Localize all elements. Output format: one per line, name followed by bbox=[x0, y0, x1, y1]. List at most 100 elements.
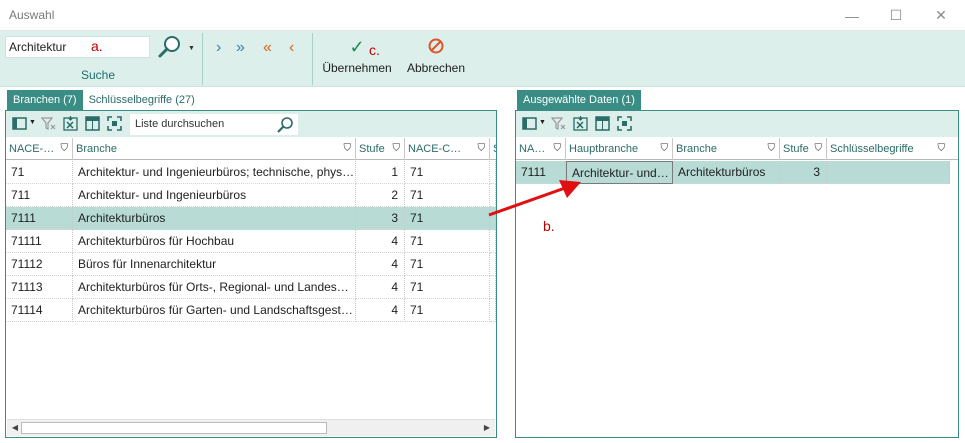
right-grid-header: NA… ⛉ Hauptbranche ⛉ Branche ⛉ Stufe ⛉ Schlü… bbox=[516, 138, 958, 160]
col-header-branche[interactable]: Branche ⛉ bbox=[73, 138, 356, 160]
table-row[interactable]: 71114 Architekturbüros für Garten- und La… bbox=[6, 299, 496, 322]
annotation-b: b. bbox=[543, 218, 555, 234]
cell-stufe: 4 bbox=[356, 253, 405, 276]
cell-stufe: 2 bbox=[356, 184, 405, 207]
table-row[interactable]: 71 Architektur- und Ingenieurbüros; techn… bbox=[6, 161, 496, 184]
annotation-c: c. bbox=[369, 42, 380, 58]
branchen-panel: ▼ Liste durchsuchen NACE-… ⛉ Branche ⛉ Stu… bbox=[5, 110, 497, 438]
cell-s bbox=[490, 253, 496, 276]
col-header-nace[interactable]: NACE-… ⛉ bbox=[6, 138, 73, 160]
cell-nacec: 71 bbox=[405, 276, 490, 299]
filter-icon[interactable]: ⛉ bbox=[393, 138, 401, 160]
cell-branche: Architekturbüros bbox=[673, 161, 780, 184]
cell-stufe: 4 bbox=[356, 276, 405, 299]
selected-data-panel: ▼ NA… ⛉ Hauptbranche ⛉ Branche ⛉ Stufe ⛉ Sch… bbox=[515, 110, 959, 438]
filter-icon[interactable]: ⛉ bbox=[478, 138, 486, 160]
list-search-icon[interactable] bbox=[276, 116, 294, 133]
clear-filter-icon[interactable] bbox=[551, 116, 566, 131]
fullscreen-icon[interactable] bbox=[617, 116, 632, 131]
cell-stufe: 3 bbox=[356, 207, 405, 230]
cell-branche: Büros für Innenarchitektur bbox=[73, 253, 356, 276]
cell-stufe: 3 bbox=[780, 161, 827, 184]
filter-icon[interactable]: ⛉ bbox=[768, 138, 776, 160]
list-search-field[interactable]: Liste durchsuchen bbox=[130, 114, 298, 135]
checkmark-icon: ✓ bbox=[349, 37, 365, 57]
search-input[interactable] bbox=[6, 37, 86, 57]
col-schluesselbegriffe-label: Schlüsselbegriffe bbox=[830, 143, 914, 155]
table-layout-icon[interactable] bbox=[85, 116, 100, 131]
tab-branchen[interactable]: Branchen (7) bbox=[7, 90, 83, 110]
add-all-button[interactable]: » bbox=[236, 40, 245, 56]
col-header-hauptbranche[interactable]: Hauptbranche ⛉ bbox=[566, 138, 673, 160]
search-group-label: Suche bbox=[81, 68, 116, 82]
scroll-right-icon[interactable]: ▶ bbox=[480, 421, 494, 435]
cell-branche: Architekturbüros für Orts-, Regional- un… bbox=[73, 276, 356, 299]
table-row[interactable]: 71112 Büros für Innenarchitektur 4 71 bbox=[6, 253, 496, 276]
add-one-button[interactable]: › bbox=[216, 40, 221, 56]
scroll-left-icon[interactable]: ◀ bbox=[8, 421, 22, 435]
minimize-button[interactable]: — bbox=[829, 0, 875, 31]
remove-all-button[interactable]: « bbox=[263, 40, 272, 56]
cell-nace: 711 bbox=[6, 184, 73, 207]
export-excel-icon[interactable] bbox=[63, 116, 78, 131]
filter-icon[interactable]: ⛉ bbox=[344, 138, 352, 160]
table-layout-icon[interactable] bbox=[595, 116, 610, 131]
scrollbar-thumb[interactable] bbox=[21, 422, 327, 434]
search-field[interactable] bbox=[5, 36, 150, 58]
cell-nacec: 71 bbox=[405, 253, 490, 276]
column-chooser-dropdown-icon[interactable]: ▼ bbox=[29, 119, 36, 126]
col-header-nace[interactable]: NA… ⛉ bbox=[516, 138, 566, 160]
horizontal-scrollbar[interactable]: ◀ ▶ bbox=[7, 419, 495, 436]
fullscreen-icon[interactable] bbox=[107, 116, 122, 131]
annotation-arrow bbox=[488, 180, 581, 217]
cell-s bbox=[490, 299, 496, 322]
col-header-stufe[interactable]: Stufe ⛉ bbox=[780, 138, 827, 160]
tab-ausgewaehlte-daten[interactable]: Ausgewählte Daten (1) bbox=[517, 90, 641, 110]
cell-nacec: 71 bbox=[405, 184, 490, 207]
remove-one-button[interactable]: ‹ bbox=[289, 40, 294, 56]
filter-icon[interactable]: ⛉ bbox=[815, 138, 823, 160]
col-nace-label: NACE-… bbox=[9, 143, 55, 155]
table-row[interactable]: 711 Architektur- und Ingenieurbüros 2 71 bbox=[6, 184, 496, 207]
ribbon-separator bbox=[312, 33, 313, 85]
column-chooser-icon[interactable] bbox=[522, 116, 537, 131]
cell-schluesselbegriffe bbox=[827, 161, 950, 184]
cancel-button[interactable]: Abbrechen bbox=[403, 37, 469, 75]
col-nace-label: NA… bbox=[519, 143, 546, 155]
list-search-placeholder: Liste durchsuchen bbox=[135, 118, 225, 130]
search-dropdown-icon[interactable]: ▼ bbox=[188, 45, 195, 52]
column-chooser-icon[interactable] bbox=[12, 116, 27, 131]
col-header-s[interactable]: S bbox=[490, 138, 496, 160]
cell-branche: Architekturbüros bbox=[73, 207, 356, 230]
tab-schluesselbegriffe[interactable]: Schlüsselbegriffe (27) bbox=[83, 90, 201, 110]
export-excel-icon[interactable] bbox=[573, 116, 588, 131]
filter-icon[interactable]: ⛉ bbox=[938, 138, 946, 160]
maximize-button[interactable]: ☐ bbox=[873, 0, 919, 31]
filter-icon[interactable]: ⛉ bbox=[661, 138, 669, 160]
cell-nacec: 71 bbox=[405, 161, 490, 184]
cell-nace: 7111 bbox=[6, 207, 73, 230]
apply-button[interactable]: ✓ Übernehmen bbox=[321, 37, 393, 75]
table-row[interactable]: 71113 Architekturbüros für Orts-, Regiona… bbox=[6, 276, 496, 299]
table-row[interactable]: 7111 Architekturbüros 3 71 bbox=[6, 207, 496, 230]
filter-icon[interactable]: ⛉ bbox=[61, 138, 69, 160]
col-header-stufe[interactable]: Stufe ⛉ bbox=[356, 138, 405, 160]
col-nace-code-label: NACE-C… bbox=[408, 143, 462, 155]
cell-stufe: 1 bbox=[356, 161, 405, 184]
table-row[interactable]: 71111 Architekturbüros für Hochbau 4 71 bbox=[6, 230, 496, 253]
cell-branche: Architektur- und Ingenieurbüros bbox=[73, 184, 356, 207]
cancel-icon bbox=[403, 37, 469, 57]
filter-icon[interactable]: ⛉ bbox=[554, 138, 562, 160]
cell-stufe: 4 bbox=[356, 299, 405, 322]
cell-s bbox=[490, 276, 496, 299]
search-icon[interactable] bbox=[155, 34, 185, 60]
col-header-schluesselbegriffe[interactable]: Schlüsselbegriffe ⛉ bbox=[827, 138, 949, 160]
column-chooser-dropdown-icon[interactable]: ▼ bbox=[539, 119, 546, 126]
cell-nace: 71112 bbox=[6, 253, 73, 276]
col-stufe-label: Stufe bbox=[359, 143, 385, 155]
right-grid-toolbar: ▼ bbox=[516, 111, 958, 137]
close-button[interactable]: ✕ bbox=[918, 0, 964, 31]
clear-filter-icon[interactable] bbox=[41, 116, 56, 131]
col-header-nace-code[interactable]: NACE-C… ⛉ bbox=[405, 138, 490, 160]
col-header-branche[interactable]: Branche ⛉ bbox=[673, 138, 780, 160]
